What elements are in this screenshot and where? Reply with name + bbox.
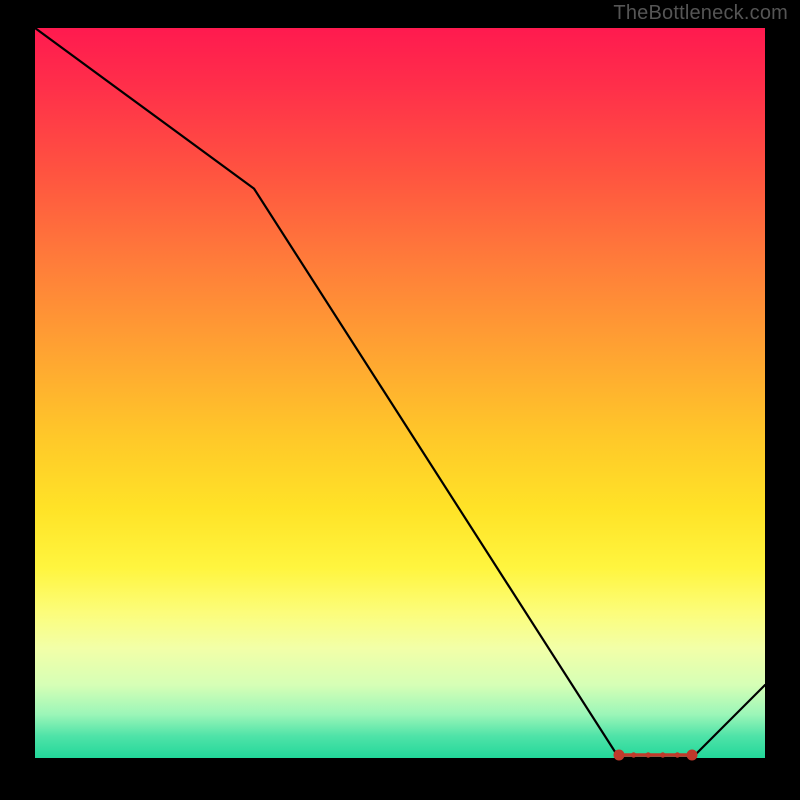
- chart-svg: [35, 28, 765, 758]
- attribution-label: TheBottleneck.com: [613, 2, 788, 25]
- chart-marker-tick: [661, 753, 665, 757]
- chart-line: [35, 28, 765, 758]
- chart-marker-end: [687, 750, 697, 760]
- chart-marker-tick: [631, 753, 635, 757]
- chart-marker-tick: [646, 753, 650, 757]
- chart-frame: TheBottleneck.com: [0, 0, 800, 800]
- chart-marker-tick: [675, 753, 679, 757]
- chart-plot-area: [35, 28, 765, 758]
- chart-marker-start: [614, 750, 624, 760]
